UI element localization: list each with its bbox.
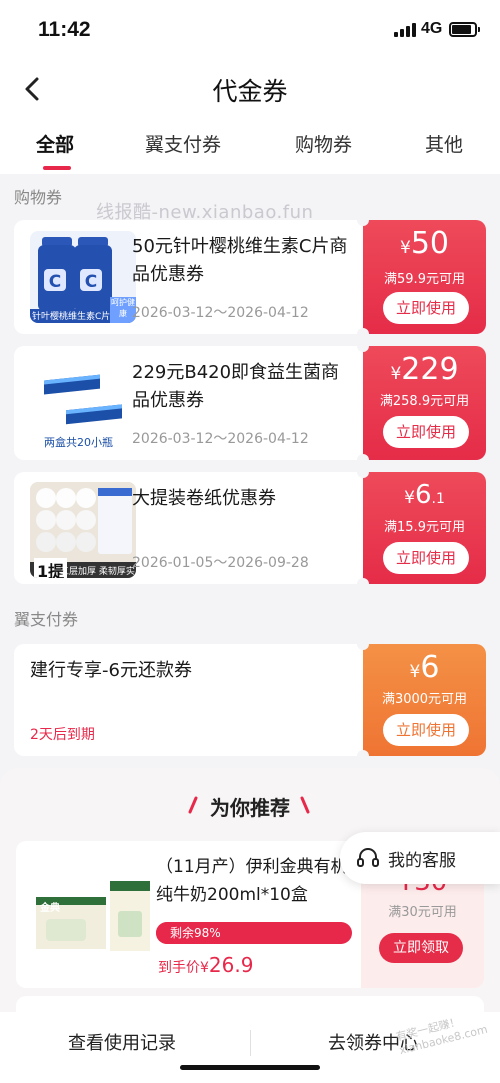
coupon-condition: 满3000元可用 — [381, 692, 468, 707]
coupon-card: C C 针叶樱桃维生素C片 呵护健康 50元针叶樱桃维生素C片商品优惠券 202… — [14, 220, 486, 334]
tab-bestpay[interactable]: 翼支付券 — [145, 130, 221, 157]
coupon-condition: 满258.9元可用 — [379, 394, 470, 409]
use-now-button[interactable]: 立即使用 — [383, 542, 469, 574]
network-label: 4G — [421, 20, 443, 37]
coupon-title: 建行专享-6元还款券 — [30, 660, 192, 681]
status-bar: 11:42 4G — [0, 0, 500, 60]
currency-symbol: ¥ — [409, 662, 421, 682]
coupon-value-panel: ¥6 满3000元可用 立即使用 — [357, 644, 486, 756]
currency-symbol: ¥ — [404, 488, 415, 508]
coupon-amount: 50 — [410, 226, 449, 261]
product-thumb-tissue: 1提 五层加厚 柔韧厚实 — [30, 482, 136, 578]
coupon-value-panel: ¥229 满258.9元可用 立即使用 — [357, 346, 486, 460]
recommend-heading: 为你推荐 — [210, 796, 290, 820]
home-indicator — [180, 1065, 320, 1070]
stock-remaining-label: 剩余98% — [170, 926, 221, 940]
coupon-expire-note: 2天后到期 — [30, 727, 95, 743]
coupon-card: 两盒共20小瓶 229元B420即食益生菌商品优惠券 2026-03-12～20… — [14, 346, 486, 460]
coupon-amount: 229 — [401, 352, 459, 387]
usage-history-button[interactable]: 查看使用记录 — [68, 1029, 176, 1055]
coupon-condition: 满59.9元可用 — [384, 272, 465, 287]
currency-symbol: ¥ — [390, 364, 402, 384]
customer-service-button[interactable]: 我的客服 — [340, 832, 500, 884]
stock-progress-bar: 剩余98% — [156, 922, 352, 944]
claim-now-button[interactable]: 立即领取 — [379, 933, 463, 963]
coupon-title: 50元针叶樱桃维生素C片商品优惠券 — [132, 236, 348, 285]
tab-other[interactable]: 其他 — [425, 130, 463, 157]
coupon-card: 1提 五层加厚 柔韧厚实 大提装卷纸优惠券 2026-01-05～2026-09… — [14, 472, 486, 584]
coupon-value-panel: ¥50 满59.9元可用 立即使用 — [357, 220, 486, 334]
tab-all[interactable]: 全部 — [36, 130, 74, 157]
coupon-card: 建行专享-6元还款券 2天后到期 ¥6 满3000元可用 立即使用 — [14, 644, 486, 756]
coupon-title: 229元B420即食益生菌商品优惠券 — [132, 362, 340, 411]
signal-icon — [394, 23, 416, 37]
coupon-condition: 满15.9元可用 — [384, 520, 465, 535]
decor-slash-icon — [300, 796, 310, 814]
recommend-item-title: （11月产）伊利金典有机纯牛奶200ml*10盒 — [156, 857, 348, 905]
tab-bar: 全部 翼支付券 购物券 其他 — [0, 118, 500, 174]
recommend-coupon-condition: 满30元可用 — [388, 905, 457, 920]
coupon-date: 2026-01-05～2026-09-28 — [132, 555, 309, 571]
use-now-button[interactable]: 立即使用 — [383, 416, 469, 448]
svg-text:C: C — [49, 272, 61, 292]
product-thumb-milk: 金典 — [36, 871, 156, 961]
status-time: 11:42 — [38, 18, 91, 41]
milk-box-icon — [36, 881, 150, 951]
thumb-brand: 金典 — [40, 903, 60, 914]
currency-symbol: ¥ — [399, 238, 411, 258]
section-label-shopping: 购物券 — [14, 188, 63, 207]
page-title: 代金券 — [212, 77, 288, 106]
use-now-button[interactable]: 立即使用 — [383, 714, 469, 746]
product-thumb-probiotic: 两盒共20小瓶 — [30, 354, 136, 452]
battery-icon — [449, 22, 480, 37]
bottom-divider — [250, 1030, 251, 1056]
product-thumb-vitamin-c: C C 针叶樱桃维生素C片 呵护健康 — [30, 231, 136, 323]
tab-active-indicator — [43, 166, 71, 170]
price-prefix: 到手价 — [158, 960, 200, 976]
coupon-amount-decimal: .1 — [431, 491, 445, 507]
svg-text:C: C — [85, 272, 97, 292]
coupon-title: 大提装卷纸优惠券 — [132, 488, 276, 509]
coupon-value-panel: ¥6.1 满15.9元可用 立即使用 — [357, 472, 486, 584]
coupon-date: 2026-03-12～2026-04-12 — [132, 305, 309, 321]
final-price: 到手价¥26.9 — [158, 953, 253, 977]
tab-shopping[interactable]: 购物券 — [295, 130, 352, 157]
section-label-bestpay: 翼支付券 — [14, 610, 79, 629]
use-now-button[interactable]: 立即使用 — [383, 292, 469, 324]
nav-header: 代金券 — [0, 60, 500, 118]
coupon-date: 2026-03-12～2026-04-12 — [132, 431, 309, 447]
coupon-amount: 6 — [420, 650, 440, 685]
thumb-badge: 五层加厚 柔韧厚实 — [60, 567, 135, 577]
price-currency: ¥ — [200, 960, 209, 976]
thumb-caption: 针叶樱桃维生素C片 — [32, 312, 111, 322]
thumb-caption: 两盒共20小瓶 — [44, 436, 113, 449]
customer-service-label: 我的客服 — [388, 851, 456, 871]
price-value: 26.9 — [208, 953, 254, 977]
coupon-amount: 6 — [414, 480, 432, 510]
headset-icon — [357, 848, 379, 867]
